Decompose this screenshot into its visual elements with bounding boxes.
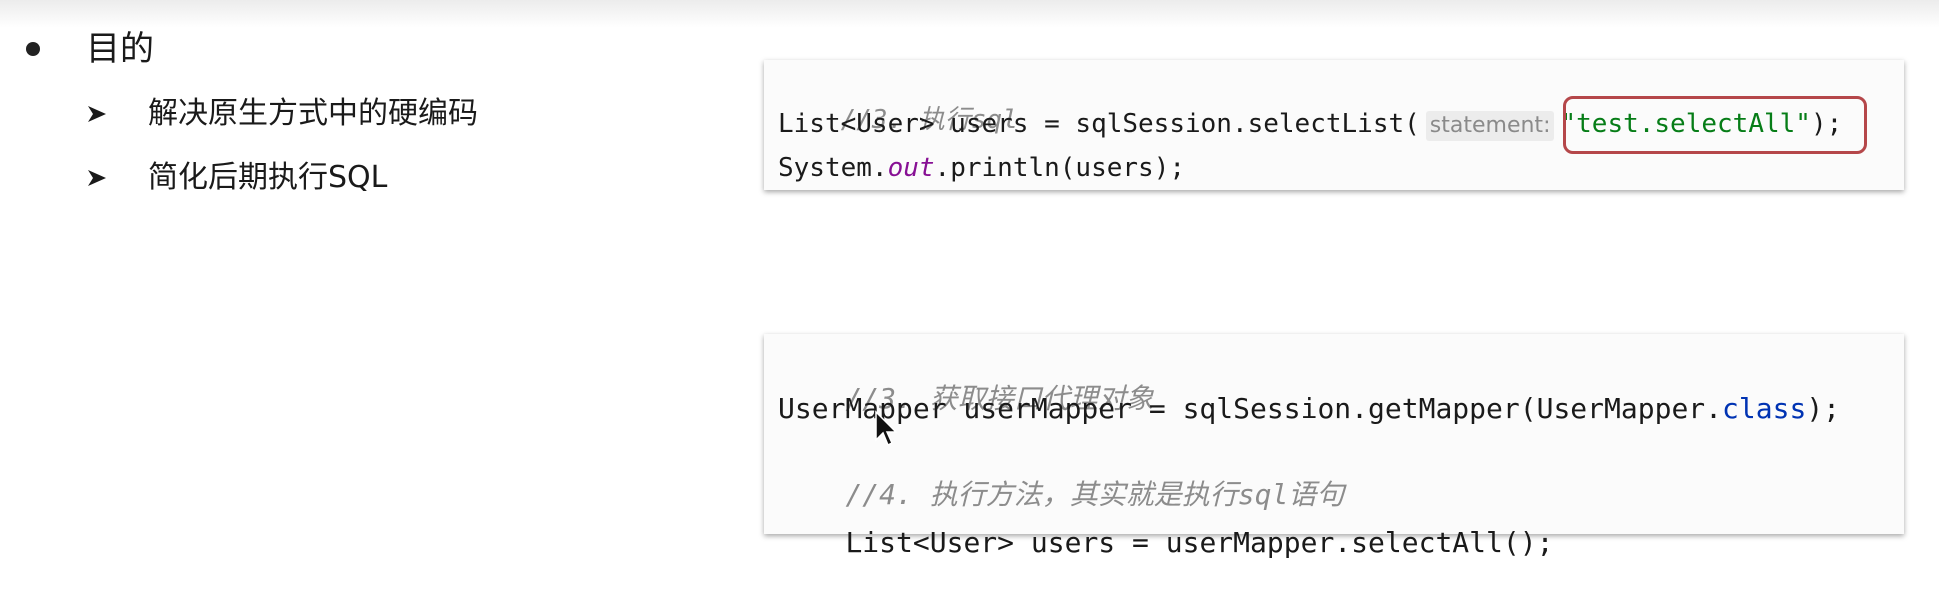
arrowhead-bullet-icon — [88, 170, 106, 186]
bullet-dot — [26, 42, 40, 56]
top-shade — [0, 0, 1939, 28]
bullet-label: 解决原生方式中的硬编码 — [148, 96, 478, 131]
bullet-label: 简化后期执行SQL — [148, 160, 388, 195]
code-text: .println(users); — [934, 153, 1185, 183]
code-line: List<User> users = userMapper.selectAll(… — [778, 486, 1553, 600]
code-text: System. — [778, 153, 888, 183]
mouse-cursor-icon — [875, 410, 898, 447]
code-text: List<User> users = userMapper.selectAll(… — [845, 526, 1554, 559]
code-line: System.out.println(users); — [778, 150, 1185, 186]
parameter-hint: statement: — [1425, 111, 1555, 141]
code-block-get-mapper: //3. 获取接口代理对象 UserMapper userMapper = sq… — [764, 334, 1904, 559]
highlight-box — [1563, 96, 1867, 154]
code-text: ); — [1806, 392, 1841, 425]
code-line: UserMapper userMapper = sqlSession.getMa… — [778, 390, 1840, 428]
arrowhead-bullet-icon — [88, 106, 106, 122]
code-text: UserMapper userMapper = sqlSession.getMa… — [778, 392, 1723, 425]
code-static-field: out — [887, 153, 935, 183]
code-text: List<User> users = sqlSession.selectList… — [778, 109, 1420, 139]
code-keyword: class — [1722, 392, 1807, 425]
section-heading: 目的 — [86, 29, 154, 69]
